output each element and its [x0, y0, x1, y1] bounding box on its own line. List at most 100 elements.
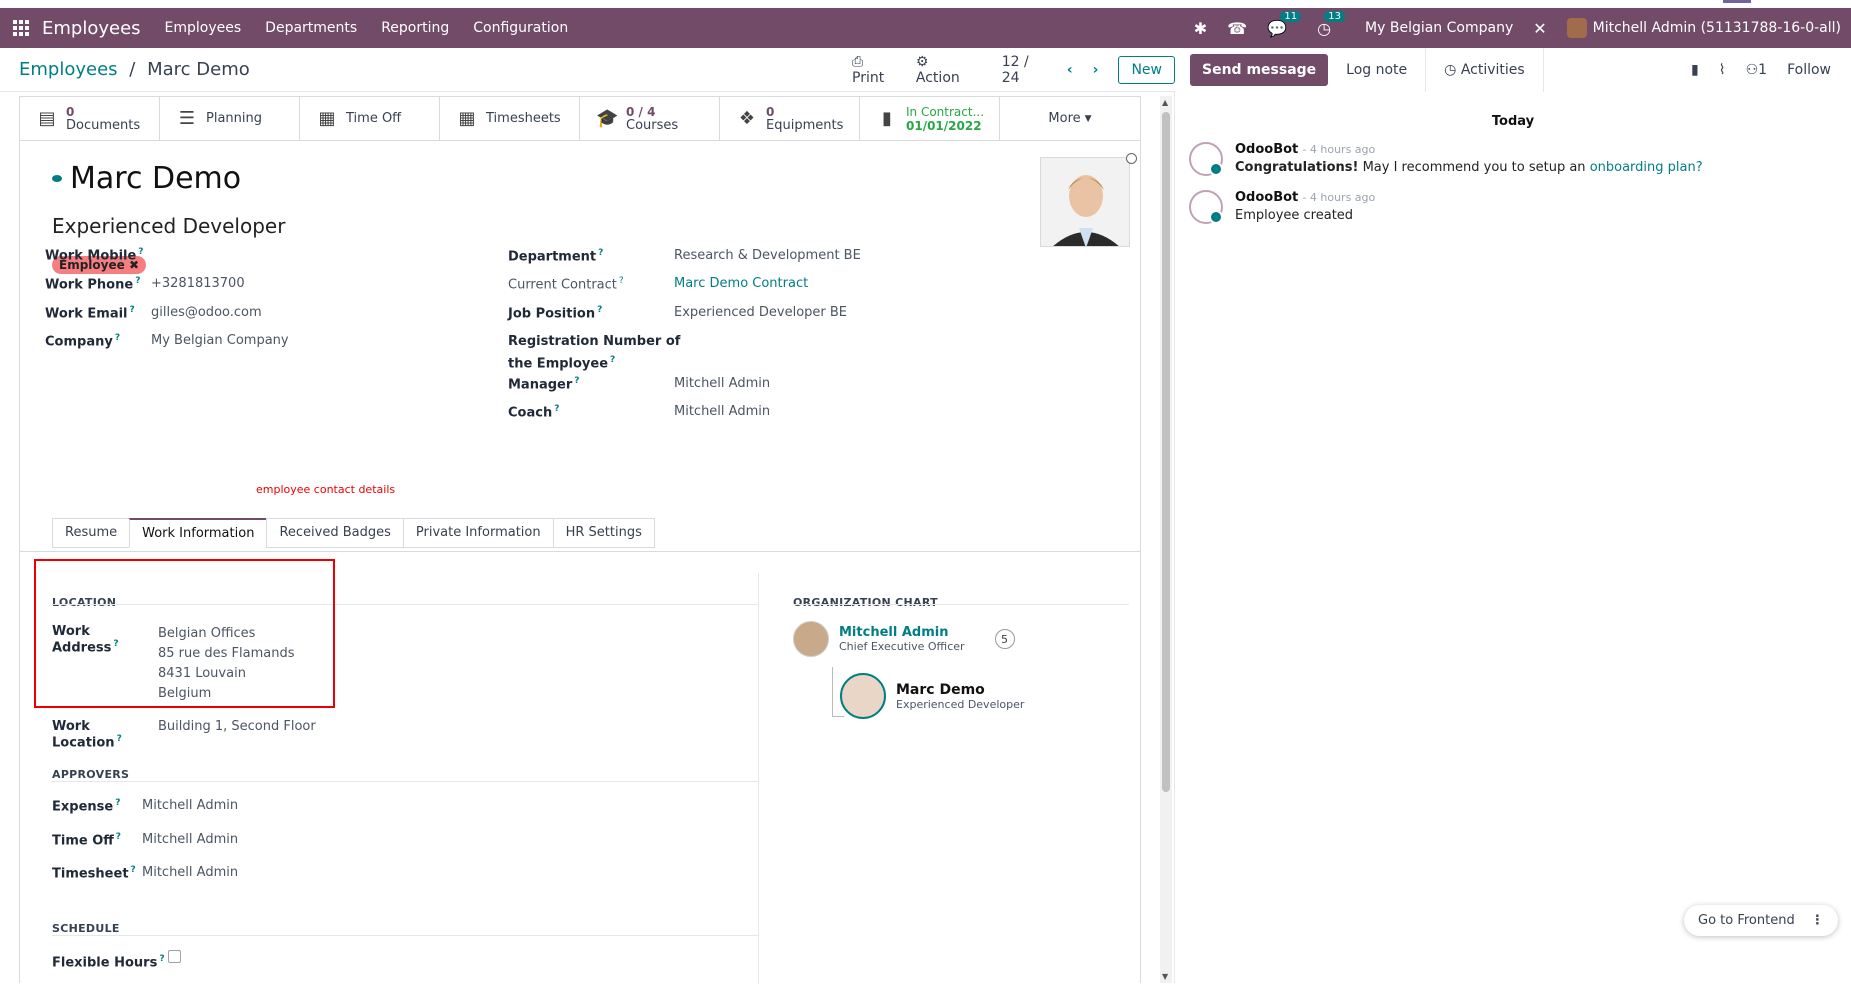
field-department: Department? Research & Development BE — [508, 248, 861, 264]
kebab-menu-icon[interactable]: ⋮ — [1811, 913, 1824, 928]
smart-equipments[interactable]: ❖ 0 Equipments — [720, 97, 860, 140]
activities-button[interactable]: ◷ Activities — [1426, 54, 1543, 86]
follow-button[interactable]: Follow — [1787, 62, 1831, 78]
menu-reporting[interactable]: Reporting — [381, 20, 449, 36]
menu-configuration[interactable]: Configuration — [473, 20, 568, 36]
followers-button[interactable]: ⚇1 — [1746, 62, 1767, 78]
work-location-input[interactable]: Building 1, Second Floor — [158, 719, 316, 750]
help-icon[interactable]: ? — [619, 276, 624, 286]
message-author[interactable]: OdooBot — [1235, 190, 1298, 205]
smart-timesheets[interactable]: ▦ Timesheets — [440, 97, 580, 140]
smart-planning[interactable]: ☰ Planning — [160, 97, 300, 140]
breadcrumb: Employees / Marc Demo — [19, 59, 250, 80]
menu-departments[interactable]: Departments — [265, 20, 357, 36]
help-icon[interactable]: ? — [116, 832, 121, 842]
paperclip-icon[interactable]: ⌇ — [1719, 62, 1726, 78]
manager-avatar[interactable] — [793, 621, 829, 657]
tabs-baseline — [20, 551, 1140, 552]
help-icon[interactable]: ? — [115, 333, 120, 343]
smart-timeoff-label: Time Off — [346, 110, 402, 126]
department-input[interactable]: Research & Development BE — [674, 248, 861, 264]
org-manager-name[interactable]: Mitchell Admin — [839, 625, 965, 640]
app-brand[interactable]: Employees — [42, 18, 141, 39]
help-icon[interactable]: ? — [138, 247, 143, 257]
tab-received-badges[interactable]: Received Badges — [266, 518, 404, 548]
book-icon[interactable]: ▮ — [1691, 62, 1699, 78]
work-phone-input[interactable]: +3281813700 — [151, 276, 245, 292]
scroll-up-icon[interactable]: ▲ — [1162, 98, 1168, 107]
new-button[interactable]: New — [1118, 55, 1175, 84]
help-icon[interactable]: ? — [131, 865, 136, 875]
help-icon[interactable]: ? — [159, 954, 164, 964]
more-label: More — [1048, 111, 1081, 126]
field-expense: Expense? Mitchell Admin — [52, 798, 238, 814]
settings-tools-icon[interactable]: ✕ — [1533, 19, 1546, 38]
menu-employees[interactable]: Employees — [165, 20, 242, 36]
pager-next-icon[interactable]: › — [1093, 62, 1099, 78]
user-avatar — [1566, 18, 1587, 38]
more-dropdown[interactable]: More ▼ — [1000, 97, 1140, 140]
breadcrumb-parent[interactable]: Employees — [19, 59, 118, 80]
job-position-input[interactable]: Experienced Developer BE — [674, 305, 847, 321]
send-message-button[interactable]: Send message — [1190, 54, 1329, 86]
smart-documents[interactable]: ▤ 0 Documents — [20, 97, 160, 140]
company-switcher[interactable]: My Belgian Company — [1365, 20, 1513, 36]
tab-work-information[interactable]: Work Information — [129, 518, 268, 548]
form-scrollbar[interactable]: ▲ ▼ — [1160, 96, 1172, 983]
coach-input[interactable]: Mitchell Admin — [674, 404, 770, 420]
work-email-input[interactable]: gilles@odoo.com — [151, 305, 262, 321]
chat-icon[interactable]: 💬 11 — [1267, 10, 1302, 38]
help-icon[interactable]: ? — [597, 305, 602, 315]
pager-prev-icon[interactable]: ‹ — [1067, 62, 1073, 78]
help-icon[interactable]: ? — [135, 276, 140, 286]
smart-timeoff[interactable]: ▦ Time Off — [300, 97, 440, 140]
debug-bug-icon[interactable]: ✱ — [1194, 19, 1207, 38]
tab-hr-settings[interactable]: HR Settings — [552, 518, 655, 548]
section-schedule-line — [52, 935, 758, 936]
scroll-thumb[interactable] — [1162, 112, 1170, 792]
help-icon[interactable]: ? — [574, 376, 579, 386]
help-icon[interactable]: ? — [554, 404, 559, 414]
employee-job-title[interactable]: Experienced Developer — [52, 214, 285, 238]
smart-courses[interactable]: 🎓 0 / 4 Courses — [580, 97, 720, 140]
current-contract-link[interactable]: Marc Demo Contract — [674, 276, 808, 292]
section-schedule-title: SCHEDULE — [52, 922, 120, 935]
message-author[interactable]: OdooBot — [1235, 142, 1298, 157]
action-button[interactable]: ⚙ Action — [916, 54, 972, 86]
activity-clock-icon[interactable]: ◷ 13 — [1317, 10, 1346, 38]
smart-contract[interactable]: ▮ In Contract... 01/01/2022 — [860, 97, 1000, 140]
tab-resume[interactable]: Resume — [52, 518, 131, 548]
org-subordinate-count[interactable]: 5 — [994, 629, 1015, 649]
company-input[interactable]: My Belgian Company — [151, 333, 289, 349]
help-icon[interactable]: ? — [117, 734, 122, 744]
smart-button-bar: ▤ 0 Documents ☰ Planning ▦ Time Off ▦ Timeshe… — [20, 97, 1140, 141]
control-panel: Employees / Marc Demo ⎙ Print ⚙ Action 1… — [0, 48, 1175, 92]
tab-private-information[interactable]: Private Information — [402, 518, 554, 548]
pager-value[interactable]: 12 / 24 — [1002, 54, 1047, 86]
employee-name[interactable]: Marc Demo — [70, 161, 241, 196]
action-label: Action — [915, 69, 960, 86]
apps-menu-icon[interactable] — [10, 17, 32, 39]
help-icon[interactable]: ? — [610, 355, 615, 365]
expense-approver-input[interactable]: Mitchell Admin — [142, 798, 238, 814]
calendar-icon: ▦ — [458, 108, 476, 129]
go-to-frontend-button[interactable]: Go to Frontend ⋮ — [1684, 905, 1838, 936]
print-button[interactable]: ⎙ Print — [852, 54, 896, 86]
help-icon[interactable]: ? — [130, 305, 135, 315]
label-work-email: Work Email — [45, 306, 128, 322]
employee-photo[interactable] — [1040, 157, 1130, 247]
log-note-button[interactable]: Log note — [1328, 54, 1425, 86]
phone-icon[interactable]: ☎ — [1227, 19, 1247, 38]
user-name: Mitchell Admin (51131788-16-0-all) — [1592, 20, 1841, 36]
help-icon[interactable]: ? — [115, 798, 120, 808]
timesheet-approver-input[interactable]: Mitchell Admin — [142, 865, 238, 881]
manager-input[interactable]: Mitchell Admin — [674, 376, 770, 392]
help-icon[interactable]: ? — [598, 248, 603, 258]
scroll-down-icon[interactable]: ▼ — [1162, 972, 1168, 981]
timeoff-approver-input[interactable]: Mitchell Admin — [142, 832, 238, 848]
onboarding-plan-link[interactable]: onboarding plan? — [1590, 160, 1703, 175]
user-menu[interactable]: Mitchell Admin (51131788-16-0-all) — [1566, 18, 1841, 38]
gear-icon: ⚙ — [915, 53, 929, 70]
field-time-off: Time Off? Mitchell Admin — [52, 832, 238, 848]
flexible-hours-checkbox[interactable] — [168, 950, 181, 963]
